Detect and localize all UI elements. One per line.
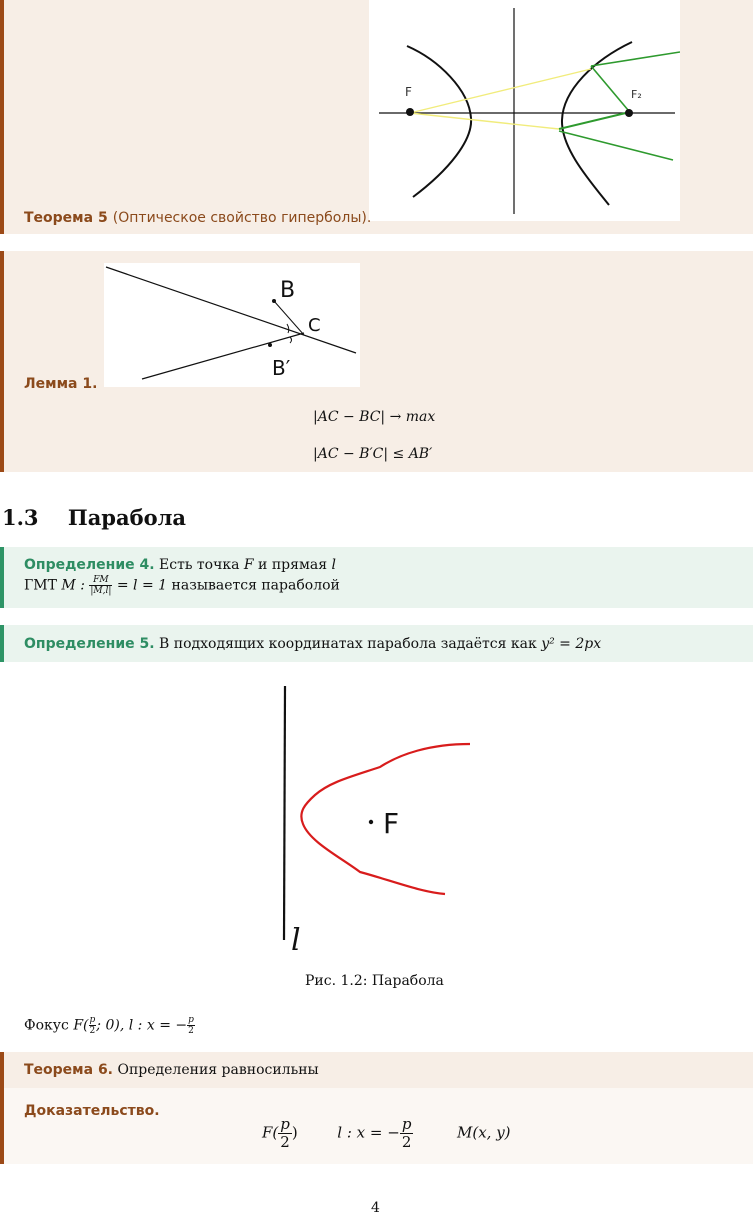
theorem6-label: Теорема 6.: [24, 1062, 114, 1078]
def5-line: Определение 5. В подходящих координатах …: [24, 636, 601, 652]
proof-l-den: 2: [401, 1133, 412, 1151]
figure-caption: Рис. 1.2: Парабола: [305, 973, 444, 989]
def4-l: l: [331, 557, 336, 573]
definition5-box: Определение 5. В подходящих координатах …: [0, 625, 753, 662]
section-heading: 1.3 Парабола: [2, 505, 186, 530]
def5-text: В подходящих координатах парабола задаёт…: [159, 636, 537, 652]
focus-line: Фокус F( p 2 ; 0), l : x = − p 2: [24, 1015, 195, 1036]
lemma-drawing: B C B′: [105, 266, 357, 380]
proof-box: Доказательство. F(p 2) l : x = − p 2 M(x, y…: [0, 1088, 753, 1164]
def4-frac-den: |M,l|: [90, 586, 112, 596]
svg-text:F₂: F₂: [631, 88, 642, 101]
hyperbola-figure: F F₂: [369, 0, 681, 221]
section-title: Парабола: [67, 505, 187, 530]
focus-l: l : x = −: [128, 1017, 188, 1034]
focus-frac2: p2: [187, 1015, 195, 1036]
proof-F-den: 2: [280, 1133, 290, 1151]
def5-formula: y² = 2px: [541, 636, 602, 652]
lemma1-heading: Лемма 1.: [24, 373, 97, 392]
hyperbola-drawing: F F₂: [379, 8, 681, 214]
proof-M: M(x, y): [457, 1123, 511, 1142]
theorem5-note: (Оптическое свойство гиперболы).: [112, 210, 372, 226]
def4-text-c: называется параболой: [171, 577, 340, 594]
theorem6-text: Определения равносильны: [117, 1062, 319, 1078]
theorem6-line: Теорема 6. Определения равносильны: [24, 1062, 319, 1078]
def4-gmt: ГМТ: [24, 577, 57, 594]
label-C: C: [308, 315, 321, 336]
def5-label: Определение 5.: [24, 636, 155, 652]
svg-text:F: F: [405, 85, 412, 99]
proof-F-frac: p2: [278, 1116, 292, 1151]
def4-text-a: Есть точка: [159, 557, 240, 573]
def4-frac-num: FM: [89, 575, 113, 586]
def4-line1: Определение 4. Есть точка F и прямая l: [24, 557, 336, 573]
theorem5-label: Теорема 5: [24, 210, 108, 226]
focus-frac2-num: p: [187, 1015, 195, 1026]
def4-line2: ГМТ M : FM |M,l| = l = 1 называется параб…: [24, 575, 340, 596]
definition4-box: Определение 4. Есть точка F и прямая l Г…: [0, 547, 753, 608]
label-B: B: [280, 278, 295, 303]
def4-text-b: и прямая: [258, 557, 328, 573]
parabola-drawing: F l: [282, 685, 471, 958]
theorem5-box: F F₂ Теорема 5 (Оптическое свойство гипе…: [0, 0, 753, 234]
proof-F-pre: F(: [262, 1123, 279, 1142]
lemma1-eq2: |AC − B′C| ≤ AB′: [313, 446, 433, 462]
def4-eq: = l = 1: [116, 577, 168, 594]
focus-F: F(: [73, 1017, 89, 1034]
lemma1-label: Лемма 1.: [24, 376, 98, 392]
def4-fraction: FM |M,l|: [89, 575, 113, 596]
focus-frac2-den: 2: [188, 1026, 194, 1036]
label-Bprime: B′: [272, 356, 291, 380]
focus-pre: Фокус: [24, 1017, 69, 1034]
label-l: l: [291, 923, 301, 952]
lemma-figure: B C B′: [104, 263, 360, 387]
proof-label: Доказательство.: [24, 1103, 160, 1119]
label-F: F: [383, 807, 399, 840]
lemma1-eq1: |AC − BC| → max: [313, 409, 436, 425]
proof-l-frac: p2: [399, 1115, 414, 1151]
def4-F: F: [243, 557, 254, 573]
proof-formula: F(p 2) l : x = − p 2 M(x, y): [262, 1116, 511, 1151]
focus-mid: ; 0),: [96, 1017, 125, 1034]
section-number: 1.3: [2, 505, 39, 530]
proof-l-pre: l : x = −: [337, 1123, 400, 1142]
proof-F-num: p: [278, 1115, 292, 1134]
def4-M: M :: [61, 577, 85, 594]
proof-heading: Доказательство.: [24, 1100, 160, 1119]
def4-label: Определение 4.: [24, 557, 155, 573]
theorem5-heading: Теорема 5 (Оптическое свойство гиперболы…: [24, 207, 371, 226]
proof-F-post: ): [291, 1123, 298, 1142]
lemma1-box: B C B′ Лемма 1. |AC − BC| → max |AC − B′…: [0, 251, 753, 472]
proof-l-num: p: [399, 1115, 414, 1134]
parabola-figure: F l: [270, 682, 480, 958]
theorem6-box: Теорема 6. Определения равносильны: [0, 1052, 753, 1088]
